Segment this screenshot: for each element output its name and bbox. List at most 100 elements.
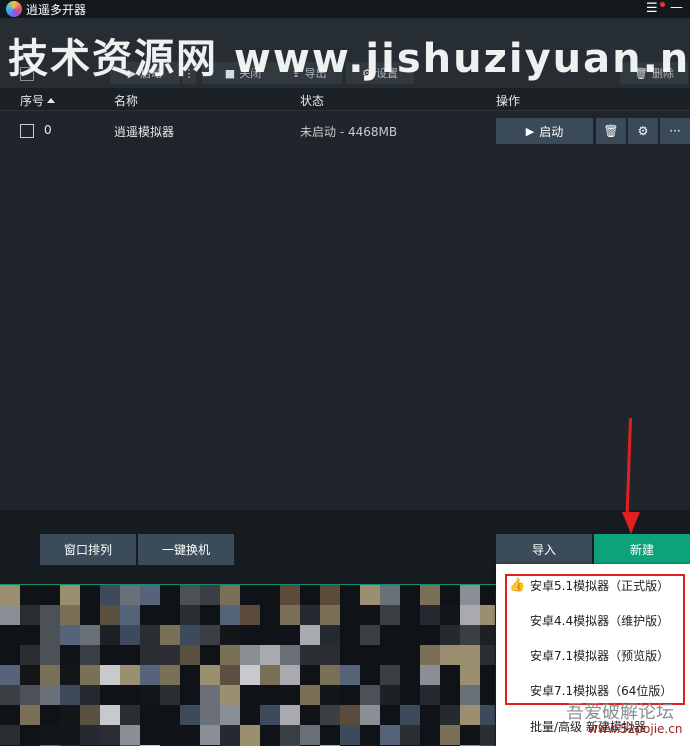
mosaic-tile: [300, 705, 320, 725]
mosaic-tile: [260, 705, 280, 725]
mosaic-tile: [400, 625, 420, 645]
import-button[interactable]: 导入: [496, 534, 592, 565]
mosaic-tile: [40, 585, 60, 605]
mosaic-tile: [480, 605, 495, 625]
row-settings-button[interactable]: ⚙: [628, 118, 658, 144]
mosaic-tile: [60, 685, 80, 705]
mosaic-tile: [180, 665, 200, 685]
menu-item-label: 安卓4.4模拟器（维护版）: [530, 613, 670, 628]
mosaic-tile: [180, 645, 200, 665]
mosaic-tile: [60, 585, 80, 605]
row-delete-button[interactable]: 🗑: [596, 118, 626, 144]
mosaic-tile: [360, 645, 380, 665]
col-index-header[interactable]: 序号: [20, 92, 56, 109]
mosaic-tile: [420, 585, 440, 605]
mosaic-tile: [280, 605, 300, 625]
menu-item-android71-preview[interactable]: 安卓7.1模拟器（预览版）: [496, 640, 690, 670]
sort-asc-icon: [47, 98, 56, 103]
row-start-button[interactable]: ▶ 启动: [496, 118, 593, 144]
mosaic-tile: [80, 705, 100, 725]
mosaic-tile: [220, 665, 240, 685]
col-status-header: 状态: [300, 94, 325, 108]
new-button[interactable]: 新建: [594, 534, 690, 565]
mosaic-tile: [140, 685, 160, 705]
mosaic-tile: [300, 645, 320, 665]
mosaic-tile: [100, 645, 120, 665]
row-checkbox[interactable]: [20, 124, 34, 138]
mosaic-tile: [280, 685, 300, 705]
mosaic-tile: [400, 585, 420, 605]
mosaic-tile: [460, 585, 480, 605]
mosaic-tile: [260, 625, 280, 645]
menu-item-label: 安卓7.1模拟器（64位版）: [530, 683, 673, 698]
mosaic-tile: [80, 645, 100, 665]
mosaic-tile: [80, 725, 100, 745]
mosaic-tile: [460, 705, 480, 725]
mosaic-tile: [0, 605, 20, 625]
mosaic-tile: [220, 685, 240, 705]
mosaic-tile: [180, 725, 200, 745]
mosaic-tile: [0, 625, 20, 645]
mosaic-tile: [180, 705, 200, 725]
mosaic-tile: [200, 725, 220, 745]
mosaic-tile: [220, 585, 240, 605]
mosaic-tile: [40, 665, 60, 685]
row-start-label: 启动: [539, 124, 564, 139]
mosaic-tile: [260, 665, 280, 685]
site-url-watermark: www.52pojie.cn: [588, 722, 683, 736]
mosaic-tile: [240, 645, 260, 665]
mosaic-tile: [140, 625, 160, 645]
mosaic-tile: [460, 725, 480, 745]
menu-item-android51[interactable]: 👍 安卓5.1模拟器（正式版）: [496, 570, 690, 600]
mosaic-tile: [300, 625, 320, 645]
mosaic-tile: [320, 645, 340, 665]
mosaic-tile: [380, 705, 400, 725]
mosaic-tile: [0, 645, 20, 665]
mosaic-tile: [460, 645, 480, 665]
notification-dot: [660, 2, 665, 7]
mosaic-tile: [20, 665, 40, 685]
mosaic-tile: [300, 605, 320, 625]
row-more-button[interactable]: ···: [660, 118, 690, 144]
mosaic-tile: [400, 645, 420, 665]
mosaic-tile: [340, 645, 360, 665]
mosaic-tile: [400, 605, 420, 625]
mosaic-tile: [460, 605, 480, 625]
mosaic-tile: [240, 585, 260, 605]
mosaic-tile: [420, 705, 440, 725]
minimize-icon[interactable]: —: [670, 0, 683, 15]
mosaic-tile: [140, 585, 160, 605]
mosaic-tile: [200, 605, 220, 625]
mosaic-tile: [340, 625, 360, 645]
menu-item-label: 安卓7.1模拟器（预览版）: [530, 648, 670, 663]
row-index: 0: [44, 123, 52, 137]
mosaic-tile: [120, 665, 140, 685]
mosaic-tile: [80, 605, 100, 625]
list-header: 序号 名称 状态 操作: [0, 88, 690, 111]
mosaic-tile: [440, 645, 460, 665]
mosaic-tile: [240, 605, 260, 625]
mosaic-tile: [380, 585, 400, 605]
table-row[interactable]: 0 逍遥模拟器 未启动 - 4468MB ▶ 启动 🗑 ⚙ ···: [0, 111, 690, 151]
mosaic-tile: [200, 685, 220, 705]
mosaic-tile: [60, 705, 80, 725]
menu-icon[interactable]: ☰: [646, 1, 658, 16]
mosaic-tile: [360, 725, 380, 745]
mosaic-tile: [380, 645, 400, 665]
mosaic-tile: [120, 725, 140, 745]
mosaic-tile: [80, 625, 100, 645]
col-ops-header: 操作: [496, 94, 521, 108]
mosaic-tile: [420, 685, 440, 705]
mosaic-tile: [220, 605, 240, 625]
one-key-switch-button[interactable]: 一键换机: [138, 534, 234, 565]
menu-item-android44[interactable]: 安卓4.4模拟器（维护版）: [496, 605, 690, 635]
mosaic-tile: [60, 725, 80, 745]
mosaic-tile: [20, 705, 40, 725]
mosaic-tile: [340, 605, 360, 625]
mosaic-tile: [220, 705, 240, 725]
mosaic-tile: [380, 685, 400, 705]
mosaic-tile: [480, 585, 495, 605]
mosaic-tile: [420, 665, 440, 685]
mosaic-tile: [120, 705, 140, 725]
window-arrange-button[interactable]: 窗口排列: [40, 534, 136, 565]
